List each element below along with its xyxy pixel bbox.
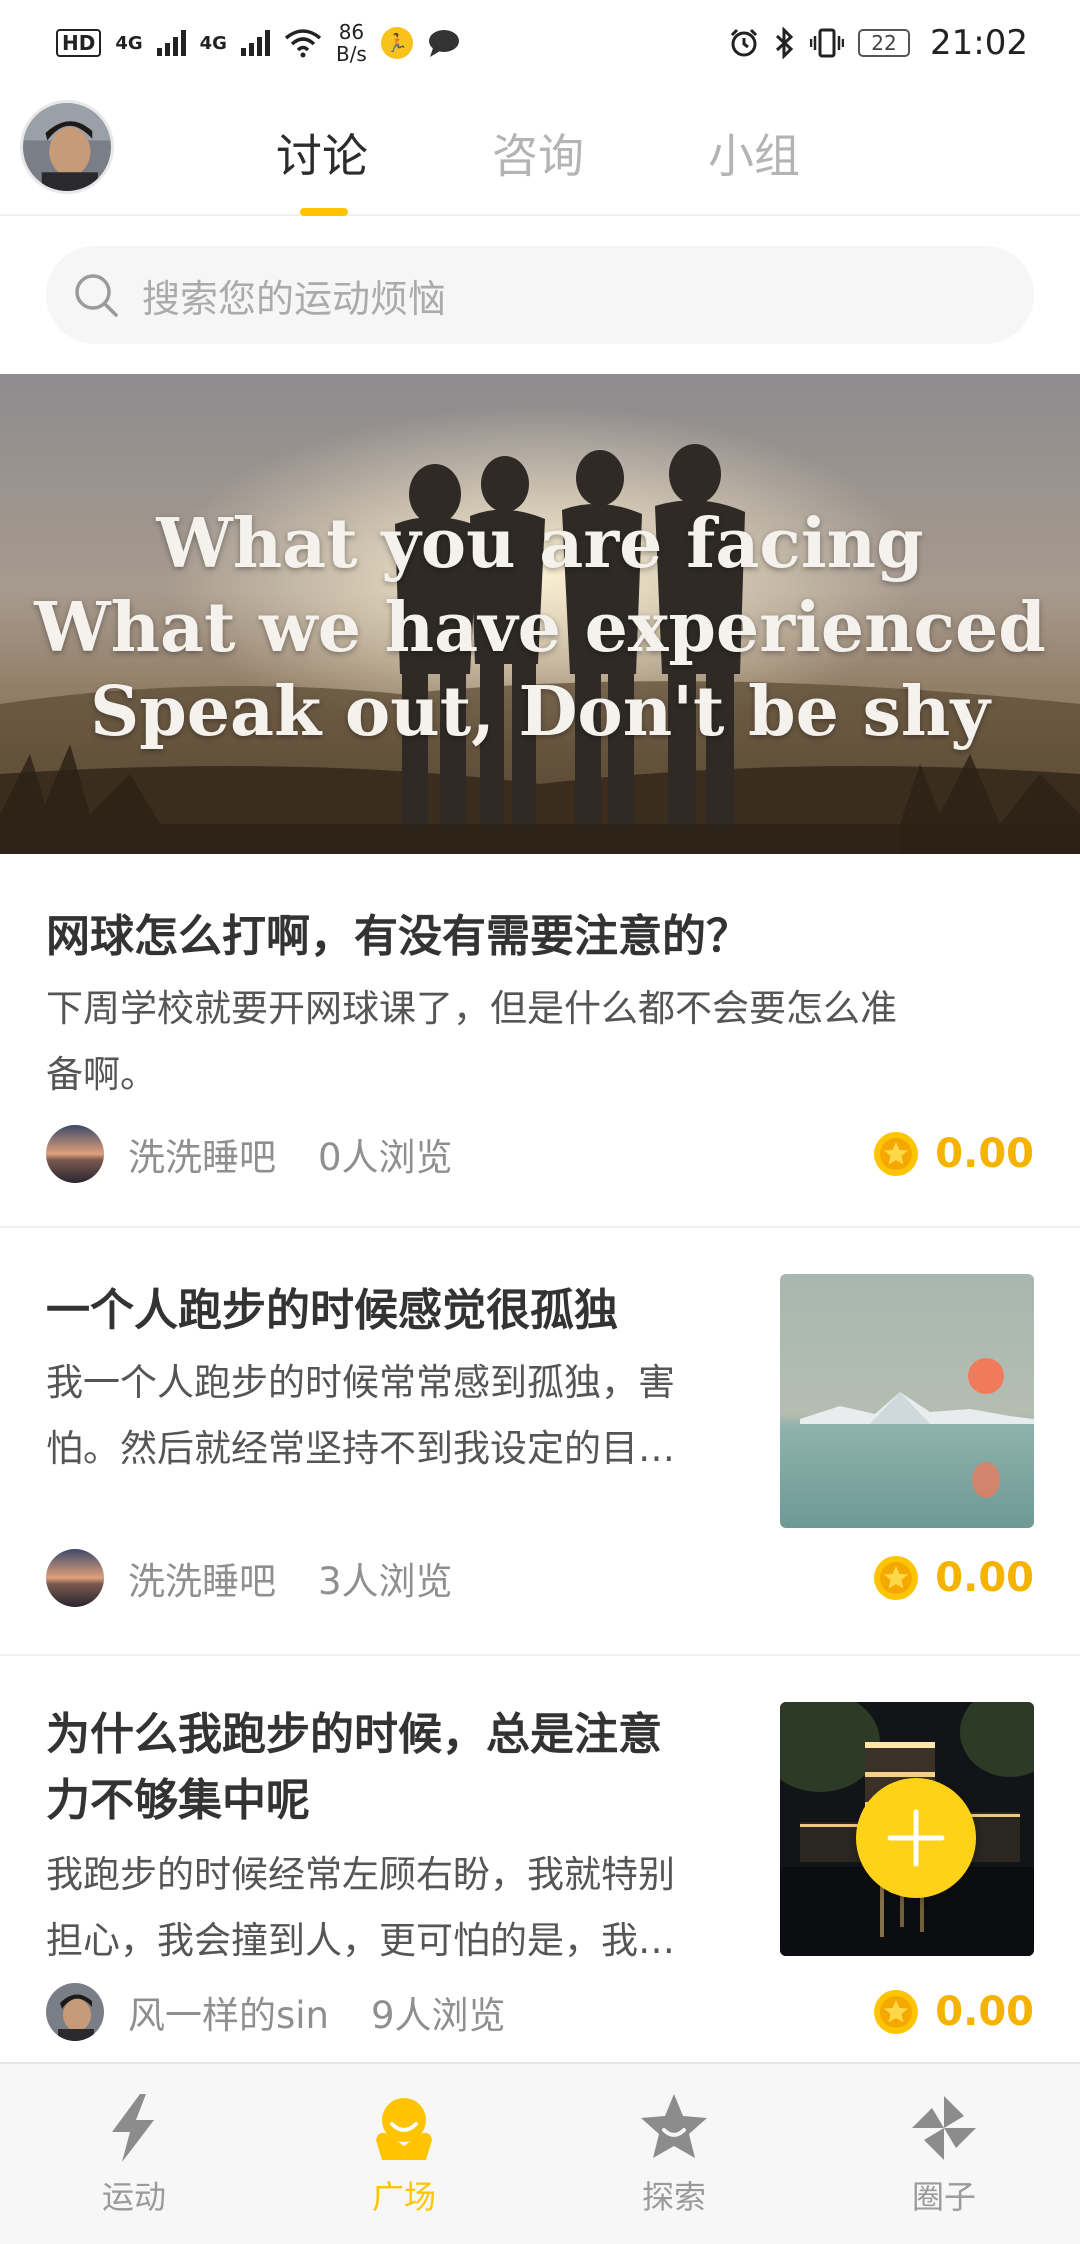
nav-item-sport[interactable]: 运动 (54, 2090, 214, 2218)
nav-item-square[interactable]: 广场 (324, 2090, 484, 2218)
signal-1-label: 4G (115, 32, 143, 54)
status-right: 22 21:02 (728, 23, 1028, 63)
tab-consult[interactable]: 咨询 (492, 120, 584, 186)
post-title-line-2: 力不够集中呢 (46, 1775, 310, 1826)
pinwheel-icon (912, 2096, 976, 2160)
banner-text: What you are facing What we have experie… (0, 502, 1080, 754)
post-card[interactable]: 一个人跑步的时候感觉很孤独 我一个人跑步的时候常常感到孤独，害 怕。然后就经常坚… (0, 1228, 1080, 1656)
top-nav: 讨论 咨询 小组 (0, 86, 1080, 216)
post-body-line-2: 担心，我会撞到人，更可怕的是，我… (46, 1919, 675, 1962)
post-body-line-1: 我跑步的时候经常左顾右盼，我就特别 (46, 1853, 675, 1896)
coin-reward: 0.00 (873, 1982, 1034, 2042)
status-bar: HD 4G 4G 86 B/s 🏃 22 21:02 (0, 0, 1080, 86)
thumbnail-image (780, 1274, 1034, 1528)
signal-2-label: 4G (199, 32, 227, 54)
bottom-nav: 运动 广场 探索 圈子 (0, 2062, 1080, 2244)
coin-value: 0.00 (935, 1989, 1034, 2035)
banner-line-2: What we have experienced (34, 588, 1046, 668)
post-body-line-1: 下周学校就要开网球课了，但是什么都不会要怎么准 (46, 987, 897, 1030)
post-thumbnail[interactable] (780, 1274, 1034, 1528)
post-body-line-2: 备啊。 (46, 1053, 157, 1096)
vibrate-icon (810, 28, 845, 58)
search-placeholder: 搜索您的运动烦恼 (142, 276, 447, 321)
status-left: HD 4G 4G 86 B/s 🏃 (56, 21, 461, 65)
hd-badge: HD (56, 29, 102, 57)
hero-banner[interactable]: What you are facing What we have experie… (0, 374, 1080, 854)
post-card[interactable]: 网球怎么打啊，有没有需要注意的？ 下周学校就要开网球课了，但是什么都不会要怎么准… (0, 854, 1080, 1228)
coin-icon (874, 1132, 919, 1176)
wifi-icon (284, 29, 322, 58)
coin-reward: 0.00 (873, 1548, 1034, 1608)
lightning-icon (112, 2094, 154, 2162)
post-meta: 洗洗睡吧 3人浏览 (46, 1548, 453, 1608)
plus-icon (887, 1809, 945, 1867)
alarm-icon (730, 28, 758, 57)
star-badge-icon (641, 2094, 707, 2158)
add-post-button[interactable] (856, 1778, 976, 1898)
search-icon (75, 274, 118, 317)
tab-bar: 讨论 咨询 小组 (0, 86, 1080, 216)
net-speed: 86 B/s (336, 21, 367, 65)
author-name[interactable]: 洗洗睡吧 (128, 1551, 276, 1605)
author-avatar[interactable] (46, 1983, 104, 2041)
net-speed-unit: B/s (335, 42, 367, 66)
author-avatar[interactable] (46, 1549, 104, 1607)
signal-1-icon (156, 30, 186, 56)
square-mascot-icon (376, 2098, 432, 2160)
nav-label: 圈子 (911, 2178, 976, 2216)
nav-label: 广场 (371, 2178, 436, 2216)
post-meta: 风一样的sin 9人浏览 (46, 1982, 506, 2042)
view-count: 0人浏览 (318, 1136, 453, 1179)
coin-reward: 0.00 (873, 1124, 1034, 1184)
banner-line-1: What you are facing (156, 504, 924, 584)
post-title: 网球怎么打啊，有没有需要注意的？ (46, 911, 750, 962)
tab-group[interactable]: 小组 (708, 120, 800, 186)
coin-icon (874, 1990, 919, 2034)
status-time: 21:02 (930, 23, 1028, 63)
battery-icon: 22 (858, 29, 911, 57)
tab-active-indicator (300, 208, 348, 216)
post-title: 一个人跑步的时候感觉很孤独 (46, 1285, 618, 1336)
post-title-line-1: 为什么我跑步的时候，总是注意 (46, 1709, 662, 1760)
post-meta: 洗洗睡吧 0人浏览 (46, 1124, 453, 1184)
banner-line-3: Speak out, Don't be shy (90, 672, 990, 752)
author-avatar[interactable] (46, 1125, 104, 1183)
running-app-icon: 🏃 (380, 27, 413, 59)
coin-value: 0.00 (935, 1131, 1034, 1177)
post-body-line-1: 我一个人跑步的时候常常感到孤独，害 (46, 1361, 675, 1404)
author-name[interactable]: 风一样的sin (128, 1985, 329, 2039)
nav-label: 探索 (641, 2178, 706, 2216)
view-count: 3人浏览 (318, 1560, 453, 1603)
post-body-line-2: 怕。然后就经常坚持不到我设定的目… (46, 1427, 675, 1470)
chat-bubble-icon (428, 30, 459, 57)
coin-value: 0.00 (935, 1555, 1034, 1601)
net-speed-value: 86 (338, 20, 365, 44)
tab-discussion[interactable]: 讨论 (276, 120, 368, 186)
signal-2-icon (240, 30, 270, 56)
view-count: 9人浏览 (371, 1994, 506, 2037)
author-name[interactable]: 洗洗睡吧 (128, 1127, 276, 1181)
coin-icon (874, 1556, 919, 1600)
nav-item-explore[interactable]: 探索 (594, 2090, 754, 2218)
search-input[interactable]: 搜索您的运动烦恼 (46, 246, 1034, 344)
bluetooth-icon (775, 27, 794, 59)
nav-item-circle[interactable]: 圈子 (864, 2090, 1024, 2218)
nav-label: 运动 (101, 2178, 166, 2216)
